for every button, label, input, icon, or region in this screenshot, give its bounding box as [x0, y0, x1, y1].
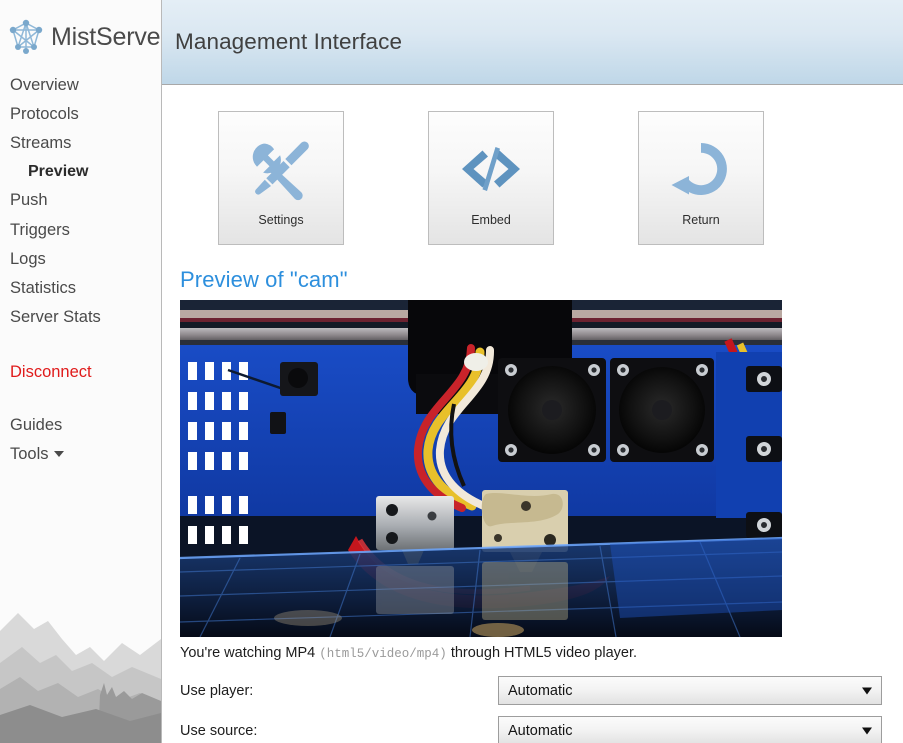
use-source-value: Automatic: [508, 722, 573, 739]
sidebar-item-disconnect[interactable]: Disconnect: [0, 358, 161, 387]
sidebar-item-server-stats[interactable]: Server Stats: [0, 302, 161, 331]
use-source-select[interactable]: Automatic: [498, 716, 882, 743]
use-player-value: Automatic: [508, 682, 573, 699]
network-node-graph-icon: [6, 18, 46, 56]
return-button[interactable]: Return: [638, 111, 764, 245]
use-player-select[interactable]: Automatic: [498, 676, 882, 705]
embed-button-label: Embed: [471, 213, 511, 227]
use-player-label: Use player:: [180, 682, 254, 699]
application-window: MistServer Overview Protocols Streams Pr…: [0, 0, 903, 743]
sidebar-item-streams[interactable]: Streams: [0, 128, 161, 157]
sidebar-item-guides[interactable]: Guides: [0, 411, 161, 440]
sidebar: MistServer Overview Protocols Streams Pr…: [0, 0, 162, 743]
sidebar-item-logs[interactable]: Logs: [0, 244, 161, 273]
main-area: Management Interface Settings Embed Retu…: [162, 0, 903, 743]
sidebar-nav: Overview Protocols Streams Preview Push …: [0, 70, 161, 469]
sidebar-item-tools-label: Tools: [10, 445, 49, 464]
circular-arrow-icon: [671, 143, 727, 195]
sidebar-item-overview[interactable]: Overview: [0, 70, 161, 99]
chevron-down-icon: [53, 450, 64, 457]
action-toolbar: Settings Embed Return: [162, 85, 903, 245]
settings-button[interactable]: Settings: [218, 111, 344, 245]
sidebar-item-triggers[interactable]: Triggers: [0, 215, 161, 244]
chevron-down-icon: [862, 727, 872, 734]
status-mime: (html5/video/mp4): [319, 647, 447, 661]
player-options-form: Use player: Automatic Use source: Automa…: [180, 661, 903, 743]
page-title: Management Interface: [175, 29, 403, 54]
player-status-text: You're watching MP4 (html5/video/mp4) th…: [180, 637, 903, 661]
code-brackets-icon: [462, 147, 520, 191]
sidebar-item-preview[interactable]: Preview: [0, 157, 161, 186]
chevron-down-icon: [862, 687, 872, 694]
use-player-row: Use player: Automatic: [180, 673, 903, 708]
status-prefix: You're watching MP4: [180, 645, 320, 661]
sidebar-item-statistics[interactable]: Statistics: [0, 273, 161, 302]
settings-button-label: Settings: [258, 213, 304, 227]
content-area: Settings Embed Return Preview of "cam" Y…: [162, 85, 903, 743]
wrench-screwdriver-icon: [252, 141, 309, 201]
video-frame: [180, 300, 782, 637]
mountain-landscape-watermark: [0, 543, 161, 743]
return-button-label: Return: [682, 213, 720, 227]
use-source-label: Use source:: [180, 722, 258, 739]
sidebar-item-push[interactable]: Push: [0, 186, 161, 215]
brand[interactable]: MistServer: [0, 0, 161, 60]
use-source-row: Use source: Automatic: [180, 713, 903, 743]
embed-button[interactable]: Embed: [428, 111, 554, 245]
sidebar-item-protocols[interactable]: Protocols: [0, 99, 161, 128]
preview-heading: Preview of "cam": [180, 267, 348, 292]
brand-name: MistServer: [51, 22, 162, 51]
status-suffix: through HTML5 video player.: [446, 645, 638, 661]
video-player[interactable]: [180, 300, 782, 637]
sidebar-item-tools[interactable]: Tools: [0, 440, 161, 469]
page-header: Management Interface: [162, 0, 903, 85]
